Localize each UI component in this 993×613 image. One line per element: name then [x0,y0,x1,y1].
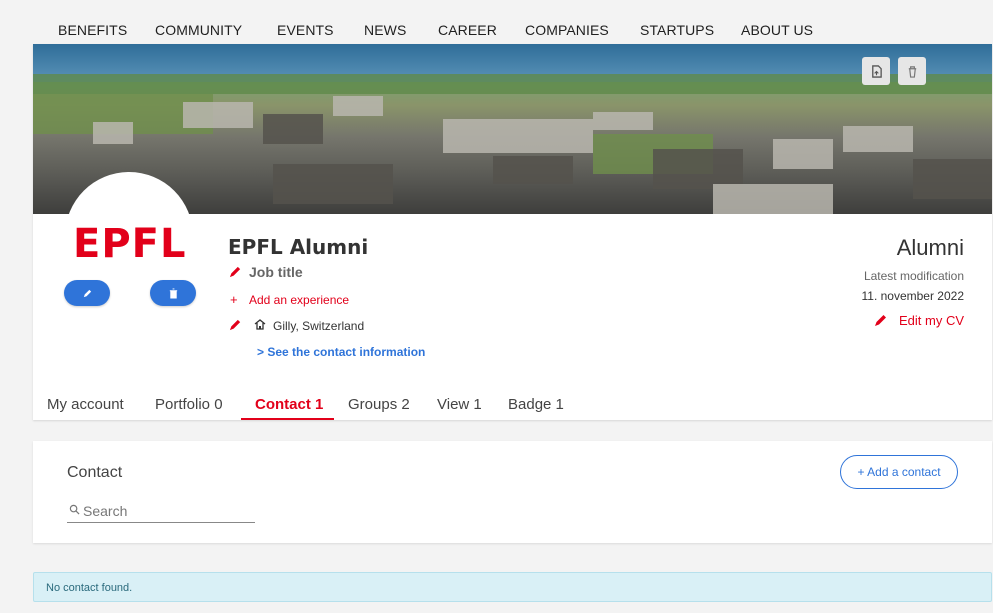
plus-icon: + [230,292,238,307]
nav-about-us[interactable]: ABOUT US [741,22,813,38]
page: BENEFITS COMMUNITY EVENTS NEWS CAREER CO… [0,0,993,613]
profile-tabs: My account Portfolio 0 Contact 1 Groups … [47,396,977,420]
pencil-icon [874,315,886,326]
empty-state-message: No contact found. [46,582,133,594]
contact-title: Contact [67,464,123,481]
contact-section: Contact + Add a contact [33,441,992,543]
search-icon [69,504,80,515]
delete-cover-button[interactable] [898,57,926,85]
nav-benefits[interactable]: BENEFITS [58,22,127,38]
nav-community[interactable]: COMMUNITY [155,22,242,38]
member-type: Alumni [896,235,964,260]
trash-icon [908,65,916,78]
search-input[interactable] [83,500,253,522]
nav-career[interactable]: CAREER [438,22,497,38]
latest-modification-date: 11. november 2022 [861,289,964,303]
nav-events[interactable]: EVENTS [277,22,334,38]
latest-modification-label: Latest modification [863,269,964,283]
add-experience-link[interactable]: Add an experience [249,293,349,307]
tab-contact[interactable]: Contact 1 [255,396,323,413]
tab-badge[interactable]: Badge 1 [508,396,564,413]
top-nav: BENEFITS COMMUNITY EVENTS NEWS CAREER CO… [0,0,993,44]
empty-state-alert: No contact found. [33,572,992,602]
pencil-icon[interactable] [229,318,242,331]
nav-companies[interactable]: COMPANIES [525,22,609,38]
pencil-icon [83,289,91,297]
export-pdf-button[interactable] [862,57,890,85]
see-contact-link[interactable]: > See the contact information [257,345,425,359]
delete-avatar-button[interactable] [150,280,196,306]
nav-news[interactable]: NEWS [364,22,406,38]
search-field [67,500,255,523]
home-icon [254,319,266,330]
profile-card: EPFL EPFL Alumni Job title + Add an expe… [33,44,992,420]
tab-view[interactable]: View 1 [437,396,482,413]
active-tab-indicator [241,418,334,420]
edit-cv-link[interactable]: Edit my CV [874,313,964,328]
tab-groups[interactable]: Groups 2 [348,396,410,413]
profile-name: EPFL Alumni [228,235,369,259]
edit-cv-label: Edit my CV [898,313,964,328]
location: Gilly, Switzerland [273,319,365,333]
add-contact-button[interactable]: + Add a contact [840,455,958,489]
job-title[interactable]: Job title [249,264,303,280]
cover-image [33,44,992,214]
tab-portfolio[interactable]: Portfolio 0 [155,396,223,413]
tab-my-account[interactable]: My account [47,396,124,413]
edit-avatar-button[interactable] [64,280,110,306]
pdf-export-icon [871,64,882,78]
trash-icon [169,287,177,299]
epfl-logo: EPFL [73,221,187,267]
nav-startups[interactable]: STARTUPS [640,22,714,38]
pencil-icon[interactable] [229,265,242,278]
